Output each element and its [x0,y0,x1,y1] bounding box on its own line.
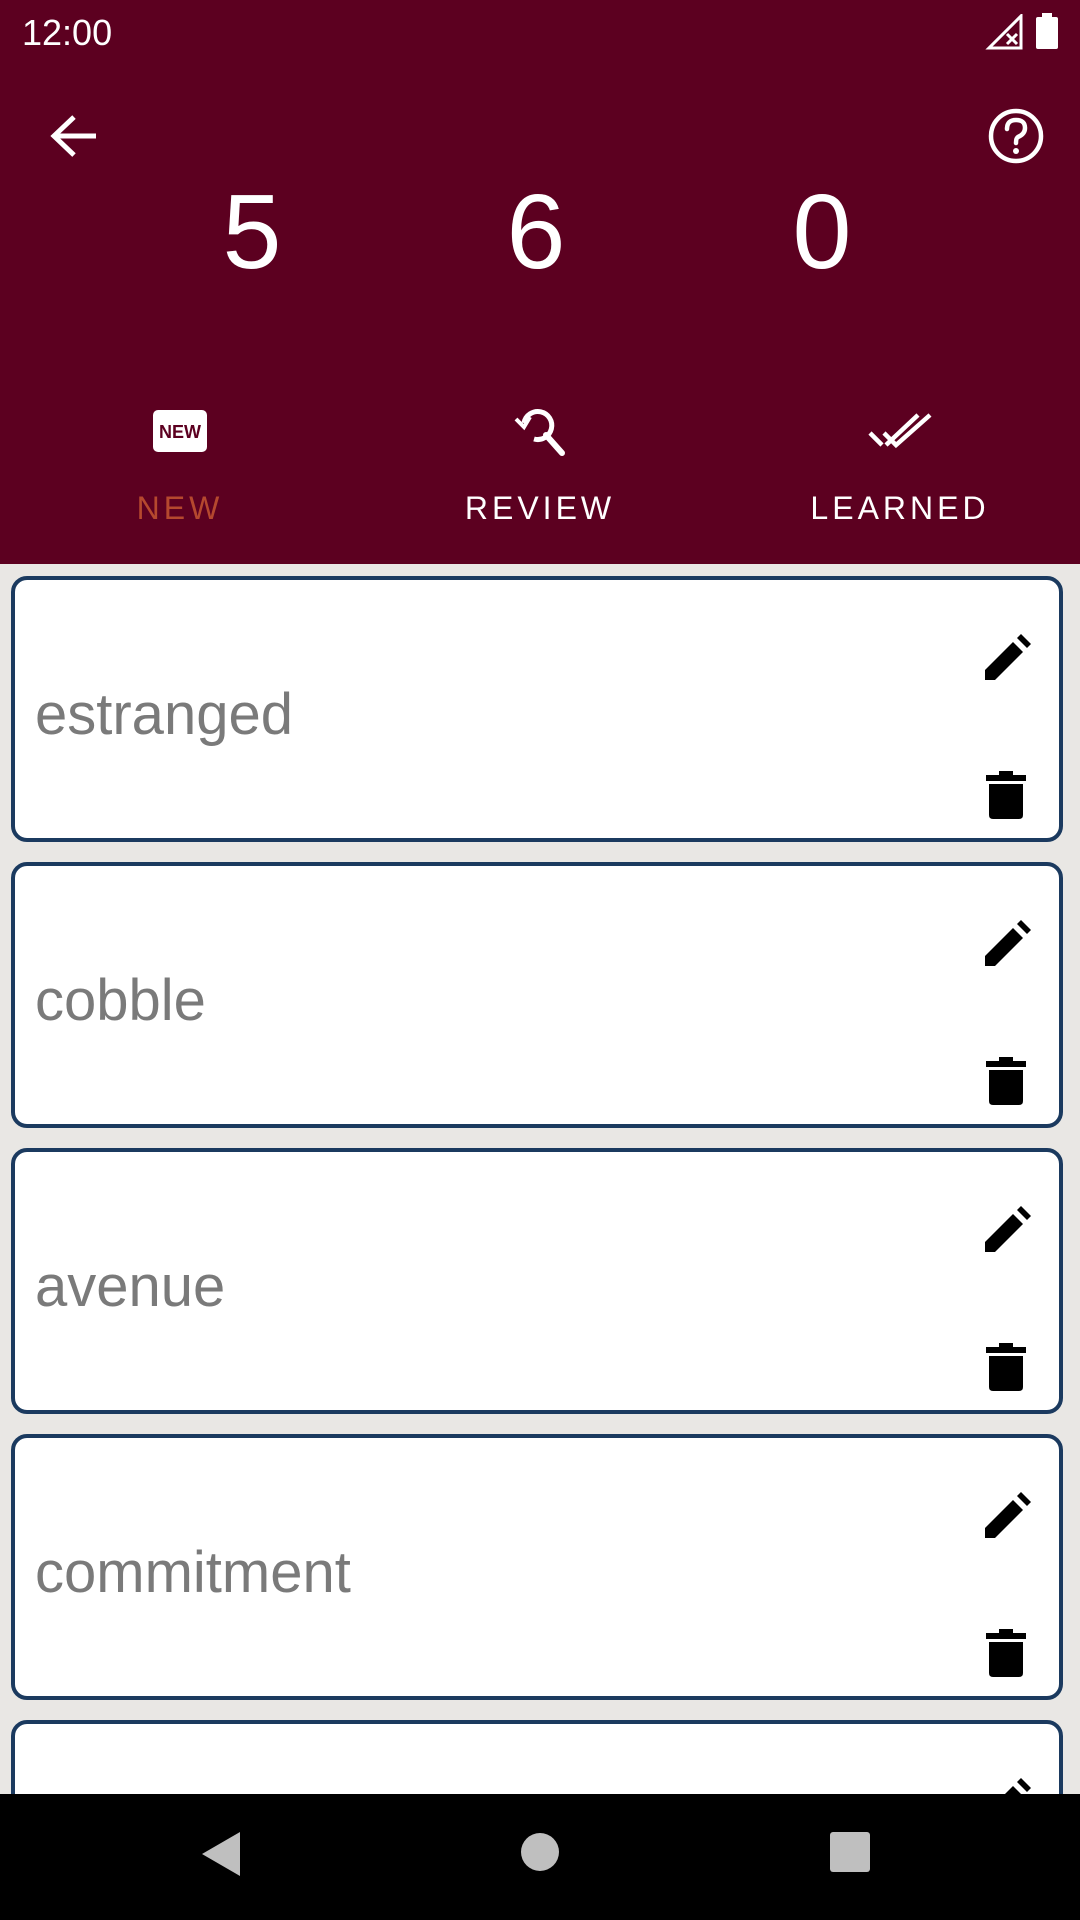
review-count: 6 [506,173,566,291]
delete-button[interactable] [971,1046,1041,1116]
edit-button[interactable] [971,1482,1041,1552]
word-card[interactable]: estranged [11,576,1063,842]
tab-new-label: NEW [136,490,224,526]
learned-count: 0 [792,173,852,291]
double-check-icon [868,413,932,449]
tab-learned-label: LEARNED [810,490,990,526]
word-text: commitment [35,1540,351,1605]
pencil-icon [985,1492,1031,1538]
delete-button[interactable] [971,1618,1041,1688]
word-text: cobble [35,968,206,1033]
word-list[interactable]: estranged cobble avenue commitment [0,564,1080,1794]
nav-home-icon[interactable] [520,1832,560,1872]
word-card[interactable] [11,1720,1063,1794]
app-header: 12:00 5 6 0 NEW NEW REVIEW LEARNED [0,0,1080,564]
nav-recents-icon[interactable] [830,1832,870,1872]
trash-icon [986,771,1026,819]
pencil-icon [985,1206,1031,1252]
trash-icon [986,1629,1026,1677]
trash-icon [986,1343,1026,1391]
tab-new[interactable]: NEW NEW [0,396,360,536]
word-card[interactable]: cobble [11,862,1063,1128]
arrow-back-icon [50,115,96,157]
delete-button[interactable] [971,760,1041,830]
edit-button[interactable] [971,1768,1041,1794]
nav-back-icon[interactable] [200,1830,244,1878]
status-time: 12:00 [22,12,113,53]
battery-icon [1036,13,1058,49]
back-button[interactable] [40,106,108,166]
word-text: avenue [35,1254,226,1319]
new-badge-icon: NEW [153,410,207,452]
status-bar: 12:00 [0,0,1080,64]
edit-button[interactable] [971,1196,1041,1266]
new-count: 5 [222,173,282,291]
tab-review[interactable]: REVIEW [360,396,720,536]
system-nav-bar [0,1794,1080,1920]
pencil-icon [985,634,1031,680]
search-refresh-icon [514,409,565,456]
trash-icon [986,1057,1026,1105]
edit-button[interactable] [971,910,1041,980]
edit-button[interactable] [971,624,1041,694]
word-text: estranged [35,682,293,747]
tab-learned[interactable]: LEARNED [720,396,1080,536]
pencil-icon [1005,1778,1031,1794]
delete-button[interactable] [971,1332,1041,1402]
word-card[interactable]: avenue [11,1148,1063,1414]
help-button[interactable] [986,106,1046,166]
word-card[interactable]: commitment [11,1434,1063,1700]
tab-review-label: REVIEW [464,490,616,526]
help-circle-icon [988,108,1044,164]
pencil-icon [985,920,1031,966]
svg-text:NEW: NEW [159,422,201,442]
signal-icon [985,14,1023,50]
